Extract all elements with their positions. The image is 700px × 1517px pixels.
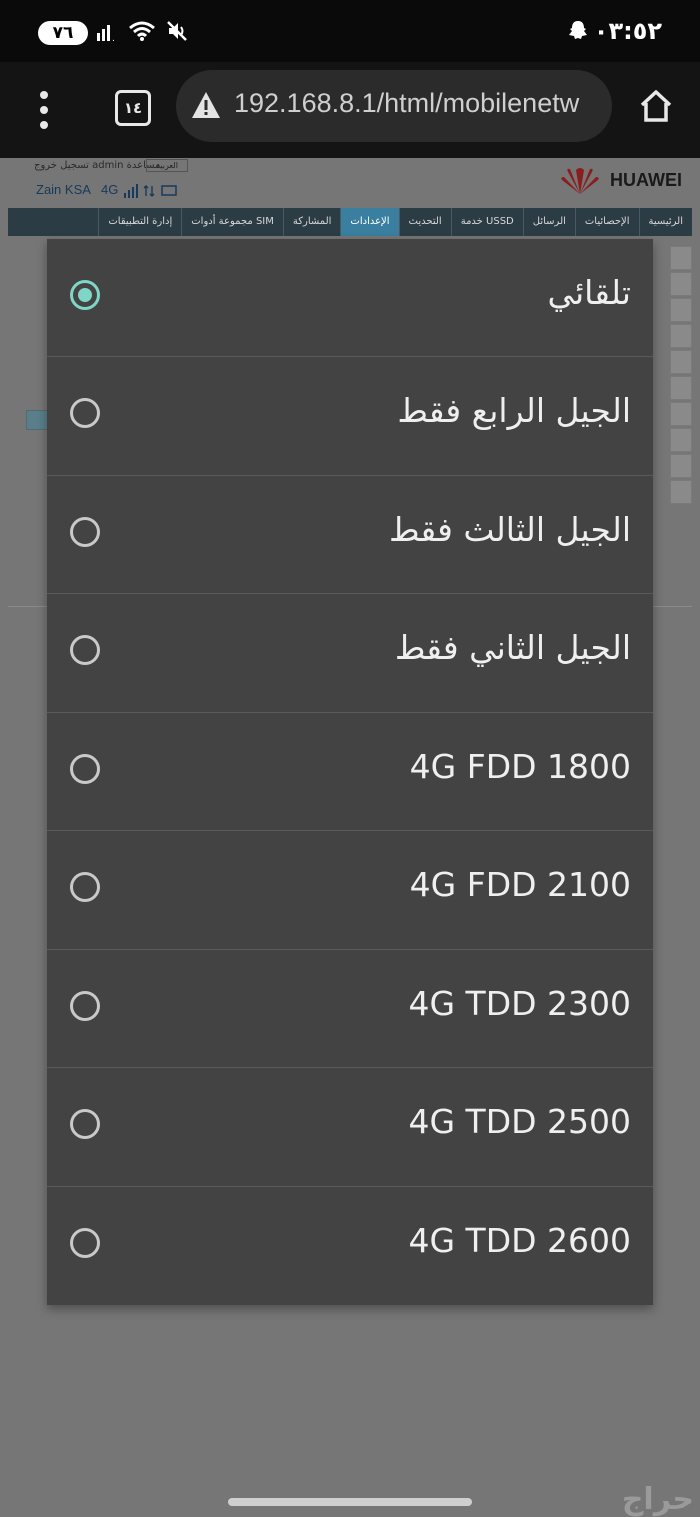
radio-icon[interactable] (70, 635, 100, 666)
option-4g-fdd-1800[interactable]: 4G FDD 1800 (47, 713, 653, 832)
option-label: 4G TDD 2500 (408, 1102, 631, 1142)
nav-messages: الرسائل (522, 208, 575, 236)
radio-icon[interactable] (70, 1109, 100, 1140)
option-label: 4G TDD 2600 (408, 1220, 631, 1260)
network-mode-dialog: تلقائي الجيل الرابع فقط الجيل الثالث فقط… (47, 239, 653, 1305)
option-label: 4G FDD 2100 (409, 865, 631, 905)
nav-statistics: الإحصائيات (574, 208, 639, 236)
menu-dots-icon[interactable] (38, 90, 50, 130)
brand-logo: HUAWEI (610, 170, 682, 190)
nav-sim-toolkit: مجموعة أدوات SIM (181, 208, 283, 236)
connection-icons (124, 183, 177, 198)
url-bar[interactable]: 192.168.8.1/html/mobilenetw (176, 70, 612, 142)
option-label: تلقائي (547, 273, 631, 312)
option-label: 4G TDD 2300 (408, 983, 631, 1023)
option-auto[interactable]: تلقائي (47, 239, 653, 358)
watermark-logo: حراج (621, 1482, 694, 1517)
option-4g-only[interactable]: الجيل الرابع فقط (47, 357, 653, 476)
webpage-header: تسجيل خروج admin مساعدة العربية Zain KSA… (8, 158, 692, 208)
nav-update: التحديث (398, 208, 451, 236)
radio-icon[interactable] (70, 872, 100, 903)
signal-icon: . (96, 21, 118, 45)
clock: ٠٣:٥٢ (593, 17, 662, 45)
option-label: الجيل الثاني فقط (394, 628, 631, 668)
carrier-info: Zain KSA 4G (36, 182, 180, 198)
radio-icon[interactable] (70, 1227, 100, 1258)
option-2g-only[interactable]: الجيل الثاني فقط (47, 594, 653, 713)
radio-icon[interactable] (70, 398, 100, 429)
header-links: تسجيل خروج admin مساعدة (34, 160, 161, 171)
radio-selected-icon[interactable] (70, 280, 100, 310)
option-4g-tdd-2300[interactable]: 4G TDD 2300 (47, 950, 653, 1069)
network-type: 4G (101, 182, 119, 197)
wifi-icon (128, 20, 156, 46)
status-bar: ٧٦ . ٠٣:٥٢ (0, 0, 700, 62)
nav-ussd: خدمة USSD (450, 208, 523, 236)
snapchat-icon (566, 19, 590, 47)
language-select: العربية (146, 159, 188, 172)
option-3g-only[interactable]: الجيل الثالث فقط (47, 476, 653, 595)
nav-sharing: المشاركة (282, 208, 341, 236)
nav-app-management: إدارة التطبيقات (98, 208, 181, 236)
option-4g-tdd-2600[interactable]: 4G TDD 2600 (47, 1187, 653, 1305)
status-icons: . (96, 18, 188, 48)
browser-toolbar: ١٤ 192.168.8.1/html/mobilenetw (0, 62, 700, 158)
home-icon[interactable] (638, 88, 674, 128)
carrier-name: Zain KSA (36, 182, 91, 197)
settings-sidebar (670, 246, 692, 504)
webpage-nav: الرئيسية الإحصائيات الرسائل خدمة USSD ال… (8, 208, 692, 236)
warning-icon[interactable] (190, 90, 222, 124)
tab-count-button[interactable]: ١٤ (115, 90, 151, 126)
option-label: الجيل الرابع فقط (397, 391, 631, 431)
huawei-logo-icon (560, 166, 600, 200)
gesture-bar[interactable] (228, 1498, 472, 1506)
radio-icon[interactable] (70, 990, 100, 1021)
option-4g-tdd-2500[interactable]: 4G TDD 2500 (47, 1068, 653, 1187)
battery-indicator: ٧٦ (38, 21, 88, 45)
url-text[interactable]: 192.168.8.1/html/mobilenetw (234, 88, 579, 119)
option-label: الجيل الثالث فقط (389, 509, 631, 549)
option-label: 4G FDD 1800 (409, 746, 631, 786)
mute-icon (166, 20, 188, 46)
option-4g-fdd-2100[interactable]: 4G FDD 2100 (47, 831, 653, 950)
nav-home: الرئيسية (638, 208, 692, 236)
radio-icon[interactable] (70, 516, 100, 547)
nav-settings: الإعدادات (340, 208, 399, 236)
svg-text:.: . (112, 34, 115, 41)
radio-icon[interactable] (70, 753, 100, 784)
